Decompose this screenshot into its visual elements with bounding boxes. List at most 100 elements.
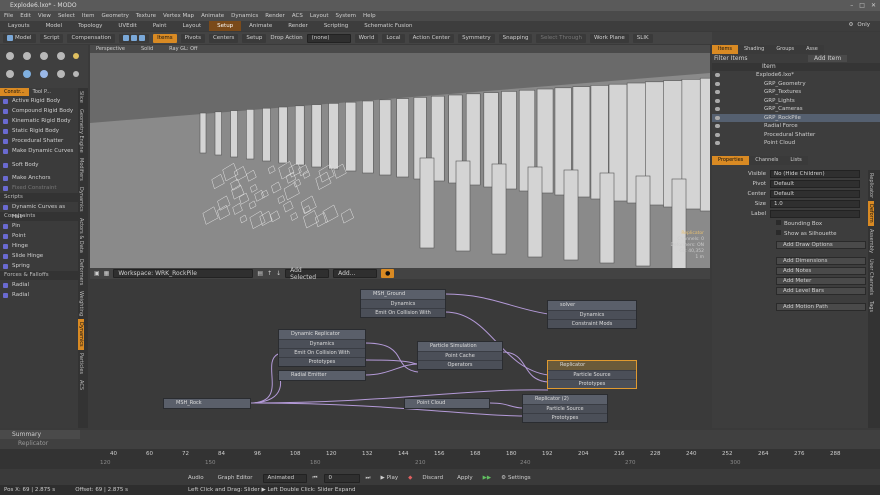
vtab-tags[interactable]: Tags — [868, 298, 874, 315]
vtab-deformers[interactable]: Deformers — [78, 256, 84, 288]
add-motion-path-button[interactable]: Add Motion Path — [776, 302, 866, 311]
graph-editor-button[interactable]: Graph Editor — [213, 473, 257, 483]
menu-texture[interactable]: Texture — [136, 13, 156, 19]
tool-spring[interactable]: Spring — [0, 261, 78, 271]
pivots-mode-button[interactable]: Pivots — [180, 33, 205, 43]
vtab-geometry-engine[interactable]: Geometry Engine — [78, 106, 84, 156]
key-icon[interactable]: ◆ — [408, 475, 412, 481]
node-radial-emitter[interactable]: Radial Emitter — [278, 370, 366, 381]
layout-tab-layouts[interactable]: Layouts — [0, 21, 38, 31]
close-icon[interactable]: ✕ — [871, 2, 876, 9]
action-center-button[interactable]: Action Center — [408, 33, 455, 43]
node-particle-simulation[interactable]: Particle Simulation Point Cache Operator… — [417, 341, 503, 370]
node-dynamic-replicator[interactable]: Dynamic Replicator Dynamics Emit On Coll… — [278, 329, 366, 367]
add-draw-options-button[interactable]: Add Draw Options — [776, 240, 866, 249]
apply-button[interactable]: Apply — [453, 473, 477, 483]
vtab-assembly[interactable]: Assembly — [868, 226, 874, 256]
world-button[interactable]: World — [354, 33, 379, 43]
layout-tab-setup[interactable]: Setup — [209, 21, 242, 31]
menu-acs[interactable]: ACS — [292, 13, 303, 19]
tool-dynamic-curves-as-hair[interactable]: Dynamic Curves as Hair — [0, 202, 78, 220]
summary-track[interactable]: Summary — [0, 430, 80, 439]
edge-mode-icon[interactable] — [131, 35, 138, 41]
add-meter-button[interactable]: Add Meter — [776, 276, 866, 285]
add-item-button[interactable]: Add Item — [808, 55, 848, 62]
add-dimensions-button[interactable]: Add Dimensions — [776, 256, 866, 265]
script-button[interactable]: Script — [39, 33, 64, 43]
vtab-slice[interactable]: Slice — [78, 88, 84, 106]
audio-button[interactable]: Audio — [184, 473, 208, 483]
layout-tab-uvedit[interactable]: UVEdit — [110, 21, 144, 31]
node-msh-rock[interactable]: MSH_Rock — [163, 398, 251, 409]
tree-item-grp-cameras[interactable]: GRP_Cameras — [712, 105, 880, 114]
time-ruler[interactable]: 40 60 72 84 96 108 120 132 144 156 168 180 192 204 216… — [0, 449, 880, 469]
vtab-user-channels[interactable]: User Channels — [868, 256, 874, 298]
forces-section-header[interactable]: Forces & Falloffs — [0, 271, 78, 280]
layout-tab-animate[interactable]: Animate — [241, 21, 280, 31]
local-button[interactable]: Local — [382, 33, 405, 43]
tree-item-grp-geometry[interactable]: GRP_Geometry — [712, 80, 880, 89]
tool-pin[interactable]: Pin — [0, 221, 78, 231]
tool-point[interactable]: Point — [0, 231, 78, 241]
menu-help[interactable]: Help — [363, 13, 376, 19]
tab-constraints[interactable]: Constr... — [0, 88, 29, 96]
filter-items-field[interactable]: Filter Items — [714, 55, 804, 62]
tree-item-procedural-shatter[interactable]: Procedural Shatter — [712, 131, 880, 140]
tab-groups[interactable]: Groups — [770, 45, 801, 54]
minimize-icon[interactable]: – — [850, 2, 853, 9]
tool-compound-rigid-body[interactable]: Compound Rigid Body — [0, 106, 78, 116]
view-type-dropdown[interactable]: Perspective — [96, 45, 125, 53]
menu-layout[interactable]: Layout — [310, 13, 329, 19]
visibility-eye-icon[interactable] — [715, 98, 720, 103]
add-level-bars-button[interactable]: Add Level Bars — [776, 286, 866, 295]
tool-static-rigid-body[interactable]: Static Rigid Body — [0, 126, 78, 136]
visibility-eye-icon[interactable] — [715, 81, 720, 86]
3d-viewport[interactable]: Perspective Solid Ray GL: Off Replicator… — [90, 45, 710, 268]
tool-make-anchors[interactable]: Make Anchors — [0, 173, 78, 183]
tree-item-grp-textures[interactable]: GRP_Textures — [712, 88, 880, 97]
tree-item-radial-force[interactable]: Radial Force — [712, 122, 880, 131]
record-icon[interactable]: ▶▶ — [483, 475, 491, 481]
tool-radial[interactable]: Radial — [0, 280, 78, 290]
skip-start-icon[interactable]: ⏮ — [313, 475, 318, 482]
visibility-eye-icon[interactable] — [715, 141, 720, 145]
layout-tab-paint[interactable]: Paint — [145, 21, 175, 31]
scripts-section-header[interactable]: Scripts — [0, 193, 78, 202]
tool-procedural-shatter[interactable]: Procedural Shatter — [0, 136, 78, 146]
visibility-eye-icon[interactable] — [715, 90, 720, 94]
symmetry-button[interactable]: Symmetry — [458, 33, 495, 43]
skip-end-icon[interactable]: ⏭ — [366, 475, 371, 482]
vtab-particles[interactable]: Particles — [78, 350, 84, 377]
tree-item-grp-lights[interactable]: GRP_Lights — [712, 97, 880, 106]
snapping-button[interactable]: Snapping — [498, 33, 533, 43]
menu-render[interactable]: Render — [265, 13, 285, 19]
node-point-cloud[interactable]: Point Cloud — [404, 398, 490, 409]
layout-tab-scripting[interactable]: Scripting — [316, 21, 356, 31]
tool-kinematic-rigid-body[interactable]: Kinematic Rigid Body — [0, 116, 78, 126]
vertex-mode-icon[interactable] — [123, 35, 130, 41]
shading-dropdown[interactable]: Solid — [141, 45, 153, 53]
visibility-eye-icon[interactable] — [715, 107, 720, 111]
vtab-weighting[interactable]: Weighting — [78, 288, 84, 319]
replicator-track[interactable]: Replicator — [0, 439, 880, 448]
work-plane-button[interactable]: Work Plane — [590, 33, 629, 43]
animated-dropdown[interactable]: Animated — [262, 473, 307, 483]
tab-channels[interactable]: Channels — [749, 155, 785, 165]
tree-item-explode6-lxo-[interactable]: Explode6.lxo* — [712, 71, 880, 80]
menu-vertex-map[interactable]: Vertex Map — [163, 13, 194, 19]
menu-system[interactable]: System — [336, 13, 357, 19]
prop-pivot-field[interactable]: Default — [770, 179, 860, 188]
tree-item-point-cloud[interactable]: Point Cloud — [712, 139, 880, 148]
play-button[interactable]: ▶ Play — [376, 473, 403, 483]
menu-dynamics[interactable]: Dynamics — [231, 13, 258, 19]
tool-hinge[interactable]: Hinge — [0, 241, 78, 251]
items-mode-button[interactable]: Items — [153, 33, 177, 43]
gear-icon[interactable]: ⚙ — [848, 22, 853, 28]
node-msh-ground[interactable]: MSH_Ground Dynamics Emit On Collision Wi… — [360, 289, 446, 318]
tool-fixed-constraint[interactable]: Fixed Constraint — [0, 183, 78, 193]
vtab-replicator[interactable]: Replicator — [868, 170, 874, 201]
drop-action-dropdown[interactable]: (none) — [306, 33, 351, 43]
layout-tab-topology[interactable]: Topology — [70, 21, 110, 31]
model-button[interactable]: Model — [3, 33, 36, 43]
menu-edit[interactable]: Edit — [20, 13, 31, 19]
